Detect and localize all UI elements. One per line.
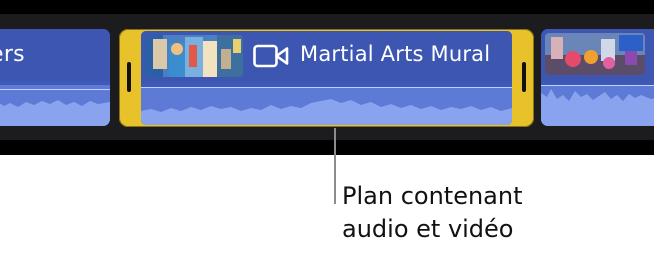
volume-line[interactable] (141, 87, 512, 88)
timeline-clip-left[interactable]: ers (0, 29, 110, 126)
callout-label: Plan contenant audio et vidéo (342, 180, 523, 246)
audio-waveform-left (0, 85, 110, 126)
clip-thumbnail (145, 35, 243, 77)
callout-line-1: Plan contenant (342, 182, 523, 210)
audio-waveform (141, 87, 512, 125)
volume-line-left[interactable] (0, 89, 110, 90)
clip-title: Martial Arts Mural (300, 42, 491, 66)
trim-handle-right[interactable] (522, 62, 526, 92)
audio-waveform-right (541, 85, 654, 126)
clip-name-left: ers (0, 42, 25, 67)
timeline-clip-right[interactable] (541, 29, 654, 126)
trim-handle-left[interactable] (127, 62, 131, 92)
timeline-clip-martial-arts-mural[interactable]: Martial Arts Mural (141, 31, 512, 125)
callout-leader-line (334, 128, 336, 204)
volume-line-right[interactable] (541, 85, 654, 86)
video-camera-icon (253, 44, 289, 68)
clip-title-bar: ers (0, 29, 110, 81)
callout-line-2: audio et vidéo (342, 215, 514, 243)
clip-thumbnail-right (545, 33, 645, 75)
